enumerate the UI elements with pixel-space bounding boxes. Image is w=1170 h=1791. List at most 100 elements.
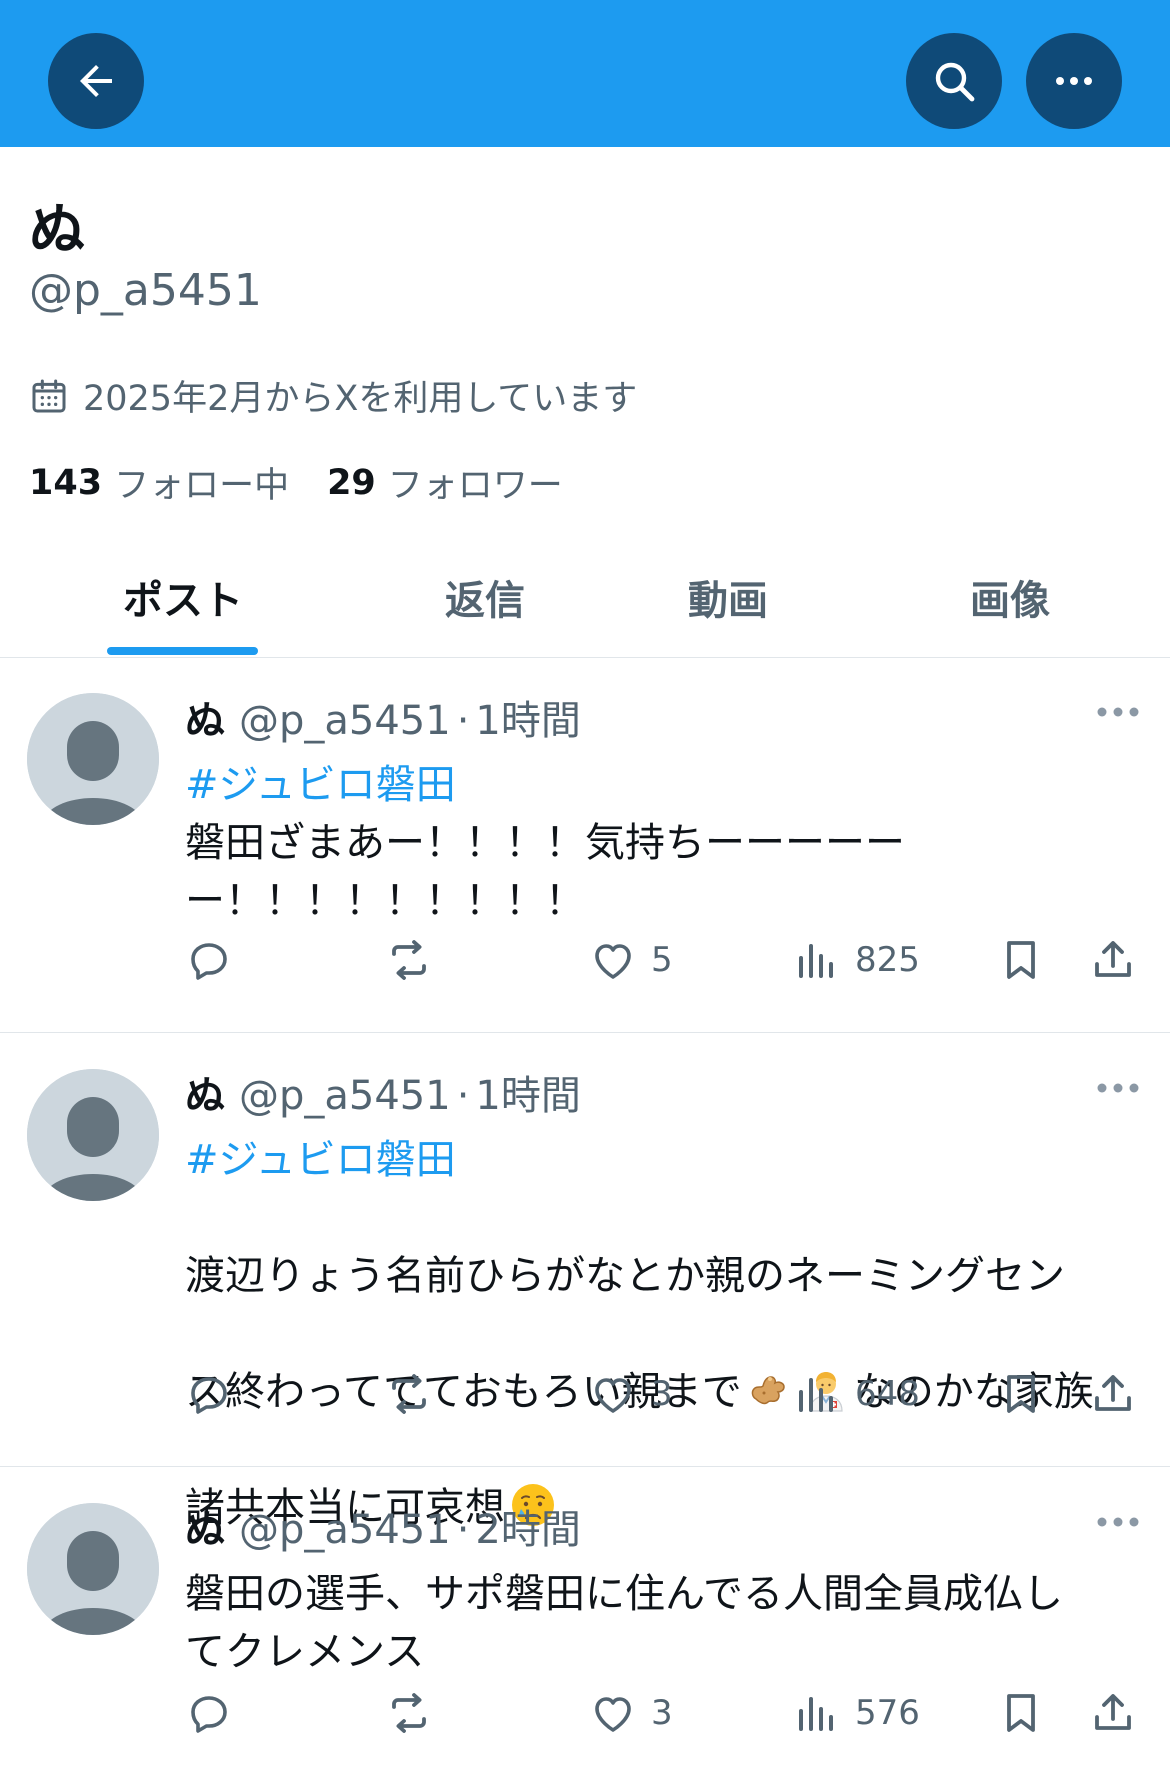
like-count: 3 [651,1374,673,1414]
avatar[interactable] [27,1503,159,1635]
reply-button[interactable] [185,936,233,984]
post-time[interactable]: 2時間 [475,1497,580,1555]
post-item[interactable]: ぬ @p_a5451 · 1時間 #ジュビロ磐田 磐田ざまあー！！！！気持ちーー… [0,658,1170,1033]
post-time[interactable]: 1時間 [475,688,580,746]
share-icon [1095,941,1131,977]
post-header: ぬ @p_a5451 · 2時間 [185,1497,1125,1555]
tab-videos[interactable]: 動画 [653,568,803,626]
views-chart-icon [799,1697,833,1731]
more-horizontal-icon [1056,77,1092,85]
views-button[interactable]: 825 [793,936,920,984]
views-chart-icon [799,1378,833,1412]
display-name: ぬ [29,198,85,263]
post-author-handle[interactable]: @p_a5451 [239,698,451,744]
view-count: 576 [855,1693,920,1733]
following-label[interactable]: フォロー中 [114,457,289,508]
bookmark-icon [1007,1694,1035,1732]
joined-date: 2025年2月からXを利用しています [29,370,637,421]
repost-icon [392,940,426,980]
bookmark-icon [1007,941,1035,979]
share-button[interactable] [1089,1370,1137,1418]
post-more-icon[interactable] [1096,1515,1140,1529]
repost-icon [392,1693,426,1733]
repost-icon [392,1374,426,1414]
like-count: 3 [651,1693,673,1733]
heart-icon [595,1697,631,1732]
share-button[interactable] [1089,1689,1137,1737]
post-author-name[interactable]: ぬ [185,688,225,746]
share-icon [1095,1694,1131,1730]
default-avatar-icon [27,1069,159,1201]
followers-label[interactable]: フォロワー [388,457,563,508]
avatar[interactable] [27,693,159,825]
repost-button[interactable] [385,936,433,984]
top-bar [0,0,1170,147]
post-author-name[interactable]: ぬ [185,1063,225,1121]
more-button[interactable] [1026,33,1122,129]
heart-icon [595,944,631,979]
hashtag-link[interactable]: #ジュビロ磐田 [185,1131,1125,1189]
hashtag-link[interactable]: #ジュビロ磐田 [185,756,1125,814]
avatar[interactable] [27,1069,159,1201]
share-button[interactable] [1089,936,1137,984]
post-time[interactable]: 1時間 [475,1063,580,1121]
tab-posts[interactable]: ポスト [108,568,258,626]
bookmark-button[interactable] [997,1689,1045,1737]
post-author-name[interactable]: ぬ [185,1497,225,1555]
post-item[interactable]: ぬ @p_a5451 · 2時間 磐田の選手、サポ磐田に住んでる人間全員成仏し … [0,1467,1170,1791]
default-avatar-icon [27,693,159,825]
calendar-icon [32,379,66,412]
like-count: 5 [651,940,673,980]
post-author-handle[interactable]: @p_a5451 [239,1073,451,1119]
like-button[interactable]: 5 [589,936,673,984]
like-button[interactable]: 3 [589,1370,673,1418]
reply-icon [191,1696,227,1733]
post-author-handle[interactable]: @p_a5451 [239,1507,451,1553]
tab-replies[interactable]: 返信 [410,568,560,626]
share-icon [1095,1375,1131,1411]
reply-icon [191,1377,227,1414]
post-actions: 3 576 [185,1689,1145,1749]
separator-dot: · [456,698,470,744]
like-button[interactable]: 3 [589,1689,673,1737]
reply-button[interactable] [185,1370,233,1418]
repost-button[interactable] [385,1370,433,1418]
joined-text: 2025年2月からXを利用しています [83,379,638,419]
reply-button[interactable] [185,1689,233,1737]
post-more-icon[interactable] [1096,1081,1140,1095]
follow-stats: 143 フォロー中 29 フォロワー [29,457,563,508]
active-tab-indicator [107,647,258,655]
search-icon [935,62,975,102]
bookmark-button[interactable] [997,936,1045,984]
heart-icon [595,1378,631,1413]
back-button[interactable] [48,33,144,129]
view-count: 825 [855,940,920,980]
search-button[interactable] [906,33,1002,129]
post-header: ぬ @p_a5451 · 1時間 [185,1063,1125,1121]
views-chart-icon [799,944,833,978]
post-text: 磐田の選手、サポ磐田に住んでる人間全員成仏し てクレメンス [185,1571,1063,1675]
post-actions: 5 825 [185,936,1145,996]
followers-count[interactable]: 29 [327,463,376,503]
bookmark-icon [1007,1375,1035,1413]
view-count: 648 [855,1374,920,1414]
handle: @p_a5451 [29,265,262,316]
post-header: ぬ @p_a5451 · 1時間 [185,688,1125,746]
post-text-line: 渡辺りょう名前ひらがなとか親のネーミングセン [185,1253,1065,1299]
reply-icon [191,943,227,980]
following-count[interactable]: 143 [29,463,102,503]
views-button[interactable]: 576 [793,1689,920,1737]
bookmark-button[interactable] [997,1370,1045,1418]
repost-button[interactable] [385,1689,433,1737]
tab-images[interactable]: 画像 [935,568,1085,626]
views-button[interactable]: 648 [793,1370,920,1418]
post-text: 磐田ざまあー！！！！気持ちーーーーー ー！！！！！！！！！ [185,820,905,924]
profile-tabs: ポスト 返信 動画 画像 [0,540,1170,658]
arrow-left-icon [80,65,112,97]
separator-dot: · [456,1073,470,1119]
post-more-icon[interactable] [1096,705,1140,719]
post-item[interactable]: ぬ @p_a5451 · 1時間 #ジュビロ磐田 渡辺りょう名前ひらがなとか親の… [0,1033,1170,1531]
post-actions: 3 648 [185,1370,1145,1430]
separator-dot: · [456,1507,470,1553]
default-avatar-icon [27,1503,159,1635]
